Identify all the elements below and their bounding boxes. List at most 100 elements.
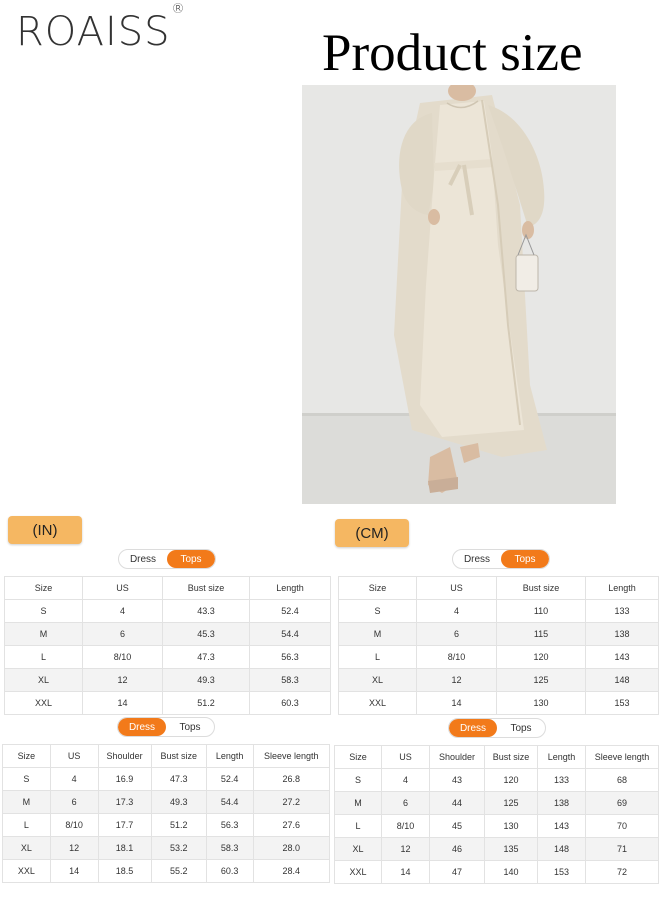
table-cell: 120	[484, 768, 538, 792]
size-label-cell: L	[2, 813, 51, 837]
table-cell: 125	[496, 668, 586, 692]
table-cell: 52.4	[205, 767, 254, 791]
table-cell: 8/10	[49, 813, 99, 837]
table-row: XXL 14 47 140 153 72	[334, 860, 659, 884]
table-cell: 43	[429, 768, 485, 792]
table-cell: 49.3	[162, 668, 250, 692]
table-row: XXL 14 51.2 60.3	[4, 691, 331, 715]
table-cell: 27.2	[252, 790, 331, 814]
tops-toggle-cm: Dress Tops	[452, 549, 550, 569]
table-cell: 133	[585, 599, 659, 623]
size-label-cell: XXL	[4, 691, 83, 715]
table-cell: 153	[537, 860, 586, 884]
table-cell: 133	[537, 768, 586, 792]
table-cell: 14	[49, 859, 99, 883]
table-cell: 43.3	[162, 599, 250, 623]
table-cell: 70	[585, 814, 659, 838]
page-title: Product size	[322, 24, 583, 82]
table-cell: 52.4	[249, 599, 331, 623]
table-cell: 28.4	[252, 859, 331, 883]
table-cell: 60.3	[249, 691, 331, 715]
table-cell: 115	[496, 622, 586, 646]
table-cell: 148	[537, 837, 586, 861]
column-header: US	[49, 744, 99, 768]
toggle-dress[interactable]: Dress	[118, 718, 166, 736]
size-label-cell: S	[334, 768, 382, 792]
table-cell: 27.6	[252, 813, 331, 837]
column-header: Length	[537, 745, 586, 769]
brand-logo: ROAISS®	[16, 1, 186, 55]
toggle-tops[interactable]: Tops	[167, 550, 215, 568]
table-row: L 8/10 120 143	[338, 645, 659, 669]
table-row: S 4 43.3 52.4	[4, 599, 331, 623]
table-row: M 6 17.3 49.3 54.4 27.2	[2, 790, 331, 814]
table-cell: 12	[49, 836, 99, 860]
table-cell: 17.3	[97, 790, 152, 814]
column-header: Shoulder	[97, 744, 152, 768]
table-cell: 8/10	[416, 645, 497, 669]
table-cell: 6	[381, 791, 430, 815]
toggle-tops[interactable]: Tops	[501, 550, 549, 568]
column-header: Size	[4, 576, 83, 600]
column-header: Length	[249, 576, 331, 600]
size-label-cell: S	[4, 599, 83, 623]
table-header-row: Size US Bust size Length	[4, 576, 331, 600]
table-cell: 72	[585, 860, 659, 884]
table-cell: 130	[484, 814, 538, 838]
column-header: Size	[338, 576, 417, 600]
table-cell: 143	[537, 814, 586, 838]
tops-size-table-in: Size US Bust size Length S 4 43.3 52.4 M 6 45.3 54.…	[4, 576, 331, 715]
table-cell: 6	[82, 622, 163, 646]
table-row: M 6 115 138	[338, 622, 659, 646]
table-cell: 12	[82, 668, 163, 692]
size-label-cell: M	[338, 622, 417, 646]
table-row: XL 12 18.1 53.2 58.3 28.0	[2, 836, 331, 860]
table-cell: 14	[381, 860, 430, 884]
toggle-dress[interactable]: Dress	[119, 550, 167, 568]
table-cell: 28.0	[252, 836, 331, 860]
table-cell: 12	[381, 837, 430, 861]
size-label-cell: M	[2, 790, 51, 814]
size-label-cell: S	[2, 767, 51, 791]
table-cell: 54.4	[249, 622, 331, 646]
table-cell: 58.3	[249, 668, 331, 692]
model-illustration	[302, 85, 616, 504]
table-row: XL 12 46 135 148 71	[334, 837, 659, 861]
table-cell: 6	[416, 622, 497, 646]
table-cell: 45	[429, 814, 485, 838]
table-header-row: Size US Bust size Length	[338, 576, 659, 600]
table-cell: 47	[429, 860, 485, 884]
size-label-cell: XXL	[334, 860, 382, 884]
column-header: US	[381, 745, 430, 769]
table-cell: 18.1	[97, 836, 152, 860]
table-cell: 8/10	[381, 814, 430, 838]
column-header: Bust size	[150, 744, 207, 768]
table-row: S 4 16.9 47.3 52.4 26.8	[2, 767, 331, 791]
toggle-tops[interactable]: Tops	[166, 718, 214, 736]
table-cell: 46	[429, 837, 485, 861]
toggle-tops[interactable]: Tops	[497, 719, 545, 737]
table-cell: 143	[585, 645, 659, 669]
table-cell: 16.9	[97, 767, 152, 791]
toggle-dress[interactable]: Dress	[453, 550, 501, 568]
table-row: XXL 14 18.5 55.2 60.3 28.4	[2, 859, 331, 883]
table-row: M 6 44 125 138 69	[334, 791, 659, 815]
table-cell: 56.3	[249, 645, 331, 669]
table-row: L 8/10 47.3 56.3	[4, 645, 331, 669]
table-cell: 18.5	[97, 859, 152, 883]
column-header: Length	[205, 744, 254, 768]
column-header: Bust size	[484, 745, 538, 769]
toggle-dress[interactable]: Dress	[449, 719, 497, 737]
table-row: XL 12 49.3 58.3	[4, 668, 331, 692]
table-row: S 4 43 120 133 68	[334, 768, 659, 792]
column-header: Sleeve length	[252, 744, 331, 768]
table-header-row: Size US Shoulder Bust size Length Sleeve leng…	[2, 744, 331, 768]
table-cell: 14	[82, 691, 163, 715]
table-cell: 4	[82, 599, 163, 623]
size-label-cell: M	[4, 622, 83, 646]
table-cell: 60.3	[205, 859, 254, 883]
size-label-cell: XL	[334, 837, 382, 861]
column-header: US	[82, 576, 163, 600]
column-header: Size	[334, 745, 382, 769]
table-cell: 49.3	[150, 790, 207, 814]
